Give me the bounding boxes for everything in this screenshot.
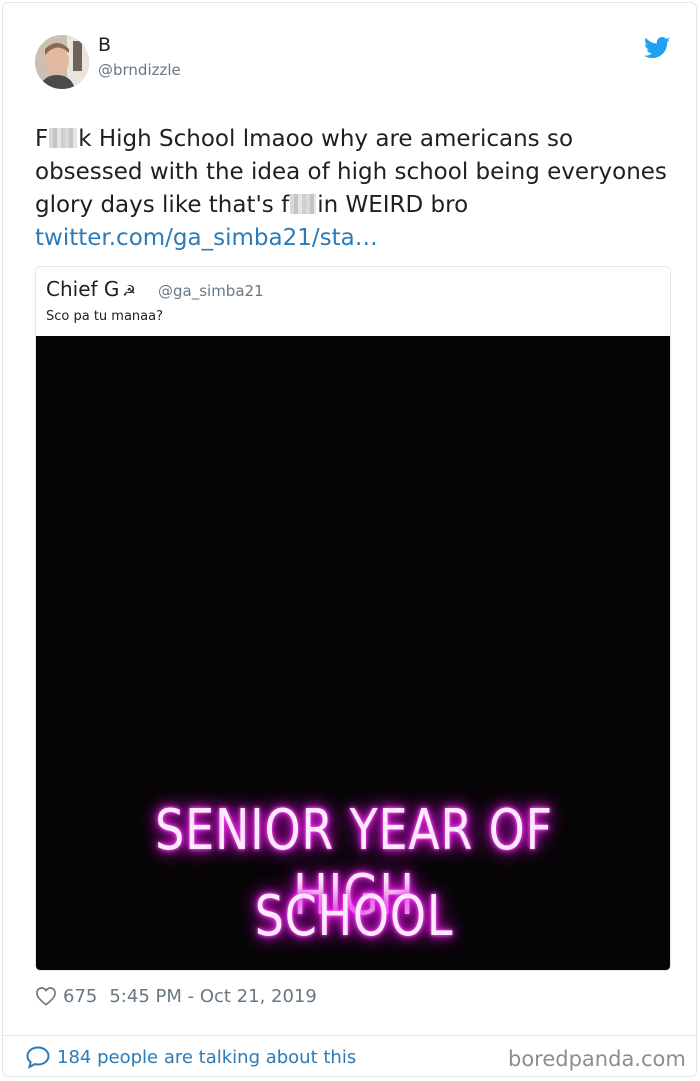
quoted-author-handle[interactable]: @ga_simba21 — [158, 282, 264, 300]
tweet-text-part1: F — [35, 126, 49, 152]
tweet-card: B @brndizzle Fk High School lmaoo why ar… — [2, 2, 697, 1077]
quoted-media[interactable]: SENIOR YEAR OF HIGH SCHOOL — [36, 336, 670, 970]
tweet-text-part3: in WEIRD bro — [317, 192, 469, 218]
avatar[interactable] — [35, 35, 89, 89]
media-caption-line2: SCHOOL — [254, 884, 454, 949]
heart-icon[interactable] — [35, 986, 57, 1006]
author-name[interactable]: B — [98, 34, 111, 56]
tweet-meta: 675 5:45 PM - Oct 21, 2019 — [35, 983, 317, 1009]
like-count[interactable]: 675 — [63, 986, 97, 1007]
twitter-bird-icon[interactable] — [644, 37, 671, 59]
author-handle[interactable]: @brndizzle — [98, 61, 181, 79]
censor-blur — [49, 128, 78, 148]
tweet-link[interactable]: twitter.com/ga_simba21/sta… — [35, 225, 378, 251]
tweet-text: Fk High School lmaoo why are americans s… — [35, 123, 675, 255]
quoted-tweet[interactable]: Chief G ☭ @ga_simba21 Sco pa tu manaa? SE… — [35, 266, 671, 971]
divider — [3, 1035, 696, 1036]
quoted-tweet-text: Sco pa tu manaa? — [46, 309, 164, 324]
hammer-sickle-emoji: ☭ — [122, 282, 136, 300]
quoted-author-name[interactable]: Chief G ☭ — [46, 277, 136, 301]
watermark: boredpanda.com — [508, 1047, 686, 1071]
quoted-author-name-text: Chief G — [46, 277, 120, 301]
timestamp[interactable]: 5:45 PM - Oct 21, 2019 — [109, 986, 316, 1007]
conversation-text: 184 people are talking about this — [57, 1046, 357, 1068]
censor-blur — [290, 194, 317, 214]
speech-bubble-icon — [26, 1046, 50, 1069]
conversation-link[interactable]: 184 people are talking about this — [25, 1045, 356, 1069]
